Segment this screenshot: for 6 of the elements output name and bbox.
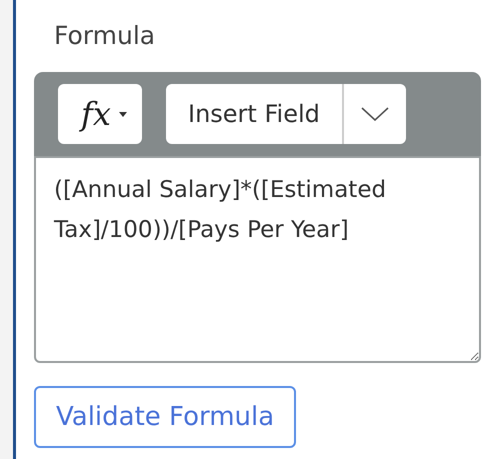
validate-formula-button[interactable]: Validate Formula [34, 386, 296, 448]
caret-icon [118, 112, 127, 116]
field-label: Formula [54, 20, 156, 52]
chevron-down-icon [360, 107, 389, 121]
function-button[interactable]: fx [58, 84, 142, 144]
formula-input[interactable]: ([Annual Salary]*([Estimated Tax]/100))/[Pays Per Year] [34, 156, 481, 363]
